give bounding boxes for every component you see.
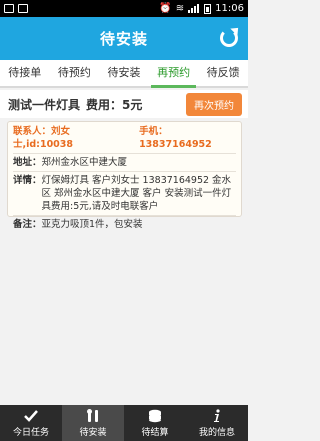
- divider: [13, 215, 236, 216]
- alarm-icon: ⏰: [159, 3, 172, 14]
- order-fee: 费用：5元: [86, 97, 143, 112]
- app-header: 待安装: [0, 17, 248, 60]
- contact-name: 联系人：刘女士,id:10038: [13, 126, 74, 150]
- battery-icon: [204, 3, 212, 14]
- address-label: 地址：: [13, 157, 42, 168]
- nav-label: 今日任务: [12, 427, 49, 438]
- nav-my-info[interactable]: 我的信息: [186, 405, 248, 441]
- tab-pending-accept[interactable]: 待接单: [0, 60, 50, 86]
- signal-icon: [188, 4, 200, 13]
- nav-label: 我的信息: [198, 427, 235, 438]
- check-icon: [24, 409, 38, 422]
- details-label: 详情：: [13, 175, 42, 186]
- tab-pending-install[interactable]: 待安装: [99, 60, 149, 86]
- details-value: 灯保姆灯具 客户刘女士 13837164952 金水区 郑州金水区中建大厦 客户…: [41, 175, 232, 212]
- order-title: 测试一件灯具: [8, 97, 81, 112]
- address-value: 郑州金水区中建大厦: [41, 157, 128, 168]
- nav-label: 待结算: [141, 427, 169, 438]
- nav-today-tasks[interactable]: 今日任务: [0, 405, 62, 441]
- contact-phone[interactable]: 手机：13837164952: [139, 125, 236, 151]
- nav-pending-settlement[interactable]: 待结算: [124, 405, 186, 441]
- tab-bar: 待接单 待预约 待安装 再预约 待反馈: [0, 60, 248, 88]
- notification-icon: [4, 4, 14, 13]
- wifi-icon: ≋: [175, 3, 185, 14]
- details-row: 详情： 灯保姆灯具 客户刘女士 13837164952 金水区 郑州金水区中建大…: [13, 174, 236, 213]
- remark-row: 备注： 亚克力吸顶1件，包安装: [13, 218, 236, 231]
- contact-row: 联系人：刘女士,id:10038 手机：13837164952: [13, 125, 236, 151]
- page-title: 待安装: [99, 30, 148, 48]
- tools-icon: [87, 408, 98, 422]
- info-icon: [214, 408, 220, 422]
- status-time: 11:06: [215, 3, 244, 14]
- order-header: 测试一件灯具 费用：5元 再次预约: [0, 90, 248, 118]
- remark-value: 亚克力吸顶1件，包安装: [41, 219, 143, 230]
- remark-label: 备注：: [13, 219, 42, 230]
- reappoint-button[interactable]: 再次预约: [186, 92, 242, 116]
- database-icon: [149, 409, 161, 422]
- refresh-icon[interactable]: [220, 29, 238, 47]
- order-card[interactable]: 联系人：刘女士,id:10038 手机：13837164952 地址： 郑州金水…: [7, 121, 242, 230]
- tab-pending-feedback[interactable]: 待反馈: [198, 60, 248, 86]
- bottom-nav: 今日任务 待安装 待结算 我的信息: [0, 405, 248, 441]
- tab-pending-appointment[interactable]: 待预约: [50, 60, 100, 86]
- nav-pending-install[interactable]: 待安装: [62, 405, 124, 441]
- nav-label: 待安装: [79, 427, 107, 438]
- tab-reappointment[interactable]: 再预约: [149, 60, 199, 88]
- image-notification-icon: [18, 4, 28, 13]
- divider: [13, 171, 236, 172]
- address-row: 地址： 郑州金水区中建大厦: [13, 156, 236, 169]
- status-bar: ⏰ ≋ 11:06: [0, 0, 248, 17]
- divider: [13, 153, 236, 154]
